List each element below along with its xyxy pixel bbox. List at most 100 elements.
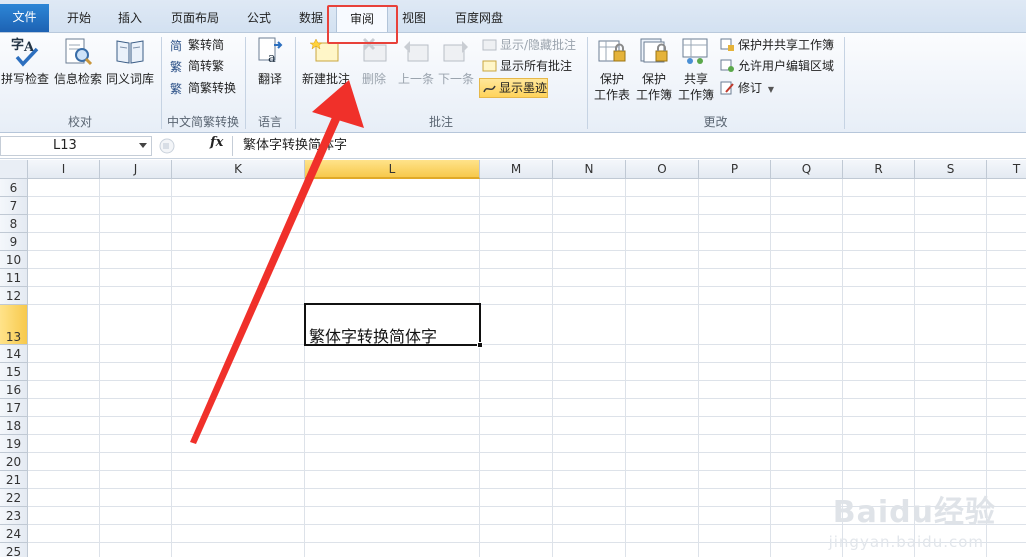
- group-chinese-conversion: 简 繁转简 繁 简转繁 繁 简繁转换 中文简繁转换: [162, 33, 244, 133]
- row-header-14[interactable]: 14: [0, 345, 28, 363]
- track-changes-label: 修订: [738, 81, 763, 95]
- share-workbook-label-1: 共享: [683, 72, 708, 86]
- spell-check-icon: 字 A: [11, 37, 39, 67]
- traditional-to-simplified-label: 繁转简: [188, 38, 225, 52]
- translate-icon: a: [258, 37, 283, 66]
- row-header-22[interactable]: 22: [0, 489, 28, 507]
- simplified-to-traditional-label: 简转繁: [188, 59, 225, 73]
- chevron-down-icon[interactable]: ▼: [768, 85, 774, 94]
- svg-text:a: a: [268, 51, 276, 66]
- column-header-o[interactable]: O: [626, 160, 699, 179]
- row-header-7[interactable]: 7: [0, 197, 28, 215]
- column-header-r[interactable]: R: [843, 160, 915, 179]
- research-icon: [65, 38, 93, 66]
- protect-and-share-button[interactable]: 保护并共享工作簿: [718, 35, 834, 55]
- row-header-16[interactable]: 16: [0, 381, 28, 399]
- grid-row-line: [28, 362, 1026, 363]
- tab-home[interactable]: 开始: [58, 6, 100, 32]
- column-header-l[interactable]: L: [305, 160, 480, 179]
- formula-input[interactable]: 繁体字转换简体字: [232, 136, 1026, 156]
- column-header-s[interactable]: S: [915, 160, 987, 179]
- row-header-11[interactable]: 11: [0, 269, 28, 287]
- translate-label: 翻译: [257, 72, 282, 86]
- grid-row-line: [28, 232, 1026, 233]
- row-header-13[interactable]: 13: [0, 305, 28, 345]
- new-comment-label: 新建批注: [301, 72, 350, 86]
- show-ink-button[interactable]: 显示墨迹: [479, 78, 549, 98]
- column-header-n[interactable]: N: [553, 160, 626, 179]
- grid-row-line: [28, 286, 1026, 287]
- group-comments: 新建批注 删除 上一条 下一条 显示/隐藏批注 显示所有批注 显示墨迹 批注: [296, 33, 586, 133]
- tab-page-layout[interactable]: 页面布局: [164, 6, 226, 32]
- show-all-comments-icon: [482, 60, 497, 72]
- grid-row-line: [28, 452, 1026, 453]
- allow-edit-ranges-label: 允许用户编辑区域: [738, 59, 835, 73]
- convert-simplified-icon: 繁: [170, 59, 182, 73]
- tab-data[interactable]: 数据: [290, 6, 332, 32]
- row-header-9[interactable]: 9: [0, 233, 28, 251]
- allow-edit-ranges-button[interactable]: 允许用户编辑区域: [718, 56, 834, 76]
- row-header-21[interactable]: 21: [0, 471, 28, 489]
- tab-formulas[interactable]: 公式: [238, 6, 280, 32]
- tab-file[interactable]: 文件: [0, 4, 49, 32]
- row-header-25[interactable]: 25: [0, 543, 28, 557]
- show-hide-comment-button[interactable]: 显示/隐藏批注: [480, 35, 576, 55]
- show-all-comments-label: 显示所有批注: [500, 59, 573, 73]
- column-header-j[interactable]: J: [100, 160, 172, 179]
- row-header-15[interactable]: 15: [0, 363, 28, 381]
- svg-text:简: 简: [170, 39, 182, 52]
- share-workbook-button[interactable]: 共享 工作簿: [674, 35, 718, 103]
- chinese-convert-button[interactable]: 繁 简繁转换: [168, 78, 236, 98]
- protect-sheet-button[interactable]: 保护 工作表: [590, 35, 634, 103]
- track-changes-button[interactable]: 修订 ▼: [718, 78, 774, 98]
- research-label: 信息检索: [53, 72, 102, 86]
- thesaurus-button[interactable]: 同义词库: [104, 35, 156, 87]
- name-box[interactable]: L13: [0, 136, 152, 156]
- show-ink-icon: [483, 85, 496, 93]
- row-header-18[interactable]: 18: [0, 417, 28, 435]
- fill-handle[interactable]: [477, 342, 483, 348]
- protect-workbook-button[interactable]: 保护 工作簿: [632, 35, 676, 103]
- row-header-10[interactable]: 10: [0, 251, 28, 269]
- column-header-t[interactable]: T: [987, 160, 1026, 179]
- grid-column-line: [698, 179, 699, 557]
- previous-comment-button[interactable]: 上一条: [396, 35, 436, 87]
- row-header-24[interactable]: 24: [0, 525, 28, 543]
- row-header-20[interactable]: 20: [0, 453, 28, 471]
- row-header-12[interactable]: 12: [0, 287, 28, 305]
- insert-function-icon[interactable]: fx: [210, 135, 223, 150]
- spell-check-button[interactable]: 字 A 拼写检查: [0, 35, 50, 87]
- simplified-to-traditional-button[interactable]: 繁 简转繁: [168, 56, 224, 76]
- row-header-19[interactable]: 19: [0, 435, 28, 453]
- translate-button[interactable]: a 翻译: [250, 35, 290, 87]
- tab-view[interactable]: 视图: [392, 6, 436, 32]
- next-comment-label: 下一条: [437, 72, 474, 86]
- row-header-17[interactable]: 17: [0, 399, 28, 417]
- delete-comment-label: 删除: [361, 72, 386, 86]
- grid-column-line: [304, 179, 305, 557]
- spell-check-label: 拼写检查: [0, 72, 49, 86]
- share-workbook-icon: [682, 38, 708, 64]
- column-header-p[interactable]: P: [699, 160, 771, 179]
- traditional-to-simplified-button[interactable]: 简 繁转简: [168, 35, 224, 55]
- track-changes-icon: [720, 81, 734, 95]
- select-all-corner[interactable]: [0, 160, 28, 179]
- grid-row-line: [28, 250, 1026, 251]
- research-button[interactable]: 信息检索: [52, 35, 104, 87]
- grid-row-line: [28, 268, 1026, 269]
- row-header-8[interactable]: 8: [0, 215, 28, 233]
- column-header-k[interactable]: K: [172, 160, 305, 179]
- column-header-i[interactable]: I: [28, 160, 100, 179]
- chevron-down-icon[interactable]: [139, 143, 147, 148]
- column-header-q[interactable]: Q: [771, 160, 843, 179]
- grid-row-line: [28, 196, 1026, 197]
- tab-baidu-netdisk[interactable]: 百度网盘: [446, 6, 512, 32]
- next-comment-button[interactable]: 下一条: [436, 35, 476, 87]
- show-all-comments-button[interactable]: 显示所有批注: [480, 56, 572, 76]
- ribbon-tab-bar: 文件 开始 插入 页面布局 公式 数据 审阅 视图 百度网盘: [0, 0, 1026, 33]
- row-header-23[interactable]: 23: [0, 507, 28, 525]
- group-label-proofing: 校对: [67, 115, 92, 129]
- column-header-m[interactable]: M: [480, 160, 553, 179]
- tab-insert[interactable]: 插入: [108, 6, 152, 32]
- row-header-6[interactable]: 6: [0, 179, 28, 197]
